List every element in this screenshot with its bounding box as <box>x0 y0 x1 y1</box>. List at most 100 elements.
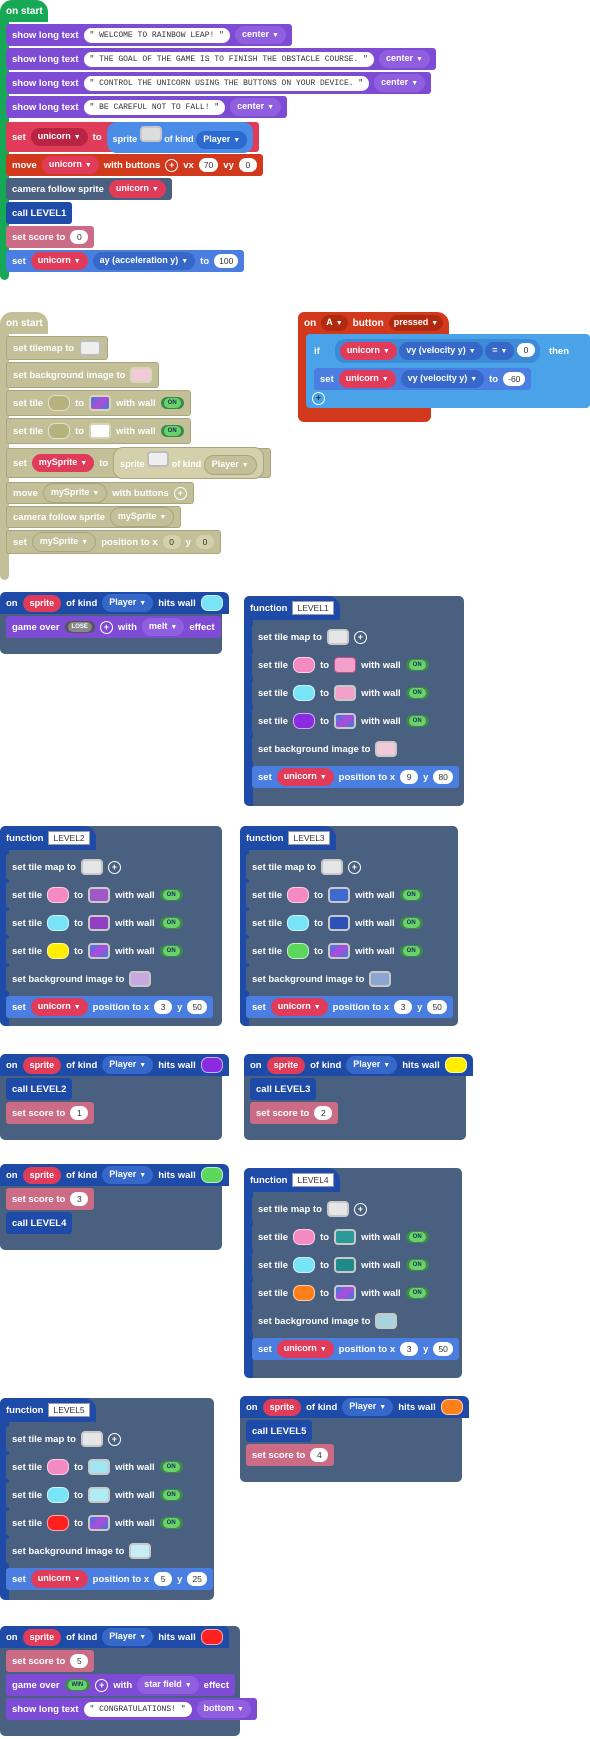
set-tile-map-block[interactable]: set tile map to + <box>6 1426 127 1452</box>
show-long-text-block[interactable]: show long text " WELCOME TO RAINBOW LEAP… <box>6 24 292 46</box>
tile-image-thumb[interactable] <box>88 1459 111 1475</box>
expand-icon[interactable]: + <box>99 620 113 634</box>
text-value[interactable]: " BE CAREFUL NOT TO FALL! " <box>83 99 226 115</box>
on-start-hat[interactable]: on start <box>0 0 48 22</box>
color-swatch[interactable] <box>287 887 310 903</box>
set-score-block[interactable]: set score to 3 <box>6 1188 95 1210</box>
set-tile-map-block[interactable]: set tile map to + <box>6 854 127 880</box>
kind-dropdown[interactable]: Player ▼ <box>196 130 248 149</box>
wall-toggle[interactable]: ON <box>405 687 429 699</box>
function-hat[interactable]: function LEVEL3 <box>240 826 336 850</box>
set-position-block[interactable]: set unicorn ▼ position to x 5 y 25 <box>6 1568 213 1590</box>
show-long-text-block[interactable]: show long text " CONTROL THE UNICORN USI… <box>6 72 432 94</box>
function-name-field[interactable]: LEVEL4 <box>292 1173 334 1187</box>
set-tile-block[interactable]: set tile to with wall ON <box>252 652 435 678</box>
set-tile-block[interactable]: set tile to with wall ON <box>252 1224 435 1250</box>
align-dropdown[interactable]: bottom ▼ <box>196 1700 251 1718</box>
wall-toggle[interactable]: ON <box>159 917 183 929</box>
score-value[interactable]: 5 <box>70 1654 89 1668</box>
text-value[interactable]: " WELCOME TO RAINBOW LEAP! " <box>83 27 230 43</box>
kind-dropdown[interactable]: Player ▼ <box>342 1398 394 1416</box>
set-background-block[interactable]: set background image to <box>6 1538 158 1564</box>
wall-toggle[interactable]: ON <box>399 945 423 957</box>
set-score-block[interactable]: set score to 2 <box>250 1102 339 1124</box>
wall-toggle[interactable]: ON <box>405 659 429 671</box>
set-tile-block[interactable]: set tile to with wall ON <box>6 1510 189 1536</box>
variable-dropdown[interactable]: unicorn ▼ <box>270 998 328 1016</box>
sprite-variable[interactable]: sprite <box>266 1056 306 1074</box>
property-dropdown[interactable]: vy (velocity y) ▼ <box>399 342 483 360</box>
sprite-image-thumb[interactable] <box>147 451 170 467</box>
win-lose-toggle[interactable]: LOSE <box>64 621 95 633</box>
tile-image-thumb[interactable] <box>334 713 357 729</box>
function-hat[interactable]: function LEVEL5 <box>0 1398 96 1422</box>
x-value[interactable]: 0 <box>162 535 181 549</box>
ay-value[interactable]: 100 <box>214 254 239 268</box>
tile-image-thumb[interactable] <box>88 887 111 903</box>
tilemap-thumb[interactable] <box>80 1431 103 1447</box>
score-value[interactable]: 0 <box>70 230 89 244</box>
align-dropdown[interactable]: center ▼ <box>230 98 282 116</box>
compare-block[interactable]: unicorn ▼ vy (velocity y) ▼ = ▼ 0 <box>334 339 540 363</box>
set-score-block[interactable]: set score to 4 <box>246 1444 335 1466</box>
function-hat[interactable]: function LEVEL4 <box>244 1168 340 1192</box>
set-background-block[interactable]: set background image to <box>252 1308 404 1334</box>
variable-dropdown[interactable]: unicorn ▼ <box>338 370 396 388</box>
align-dropdown[interactable]: center ▼ <box>374 74 426 92</box>
kind-dropdown[interactable]: Player ▼ <box>346 1056 398 1074</box>
function-hat[interactable]: function LEVEL1 <box>244 596 340 620</box>
tile-image-thumb[interactable] <box>88 1515 111 1531</box>
expand-icon[interactable]: + <box>353 630 367 644</box>
call-block[interactable]: call LEVEL3 <box>250 1078 317 1100</box>
sprite-variable[interactable]: sprite <box>22 1056 62 1074</box>
x-value[interactable]: 3 <box>394 1000 413 1014</box>
tile-image-thumb[interactable] <box>328 887 351 903</box>
set-background-block[interactable]: set background image to <box>246 966 398 992</box>
variable-dropdown[interactable]: mySprite ▼ <box>31 532 97 552</box>
y-value[interactable]: 50 <box>187 1000 207 1014</box>
x-value[interactable]: 3 <box>154 1000 173 1014</box>
variable-dropdown[interactable]: unicorn ▼ <box>276 768 334 786</box>
variable-dropdown[interactable]: unicorn ▼ <box>108 180 166 198</box>
set-score-block[interactable]: set score to 5 <box>6 1650 95 1672</box>
show-long-text-block[interactable]: show long text " THE GOAL OF THE GAME IS… <box>6 48 436 70</box>
score-value[interactable]: 2 <box>314 1106 333 1120</box>
sprite-reporter[interactable]: sprite of kind Player ▼ <box>113 447 264 479</box>
effect-dropdown[interactable]: star field ▼ <box>137 1676 199 1694</box>
score-value[interactable]: 4 <box>310 1448 329 1462</box>
on-start-hat[interactable]: on start <box>0 312 48 334</box>
kind-dropdown[interactable]: Player ▼ <box>102 594 154 612</box>
set-background-block[interactable]: set background image to <box>6 362 160 388</box>
set-tile-map-block[interactable]: set tile map to + <box>252 1196 373 1222</box>
set-tile-block[interactable]: set tile to with wall ON <box>6 1482 189 1508</box>
set-tile-map-block[interactable]: set tile map to + <box>246 854 367 880</box>
function-hat[interactable]: function LEVEL2 <box>0 826 96 850</box>
background-image-thumb[interactable] <box>375 1313 398 1329</box>
function-name-field[interactable]: LEVEL1 <box>292 601 334 615</box>
score-value[interactable]: 3 <box>70 1192 89 1206</box>
color-swatch[interactable] <box>293 1257 316 1273</box>
wall-color-swatch[interactable] <box>200 1167 223 1183</box>
set-sprite-block[interactable]: set mySprite ▼ to sprite of kind Player ▼ <box>6 447 271 479</box>
function-name-field[interactable]: LEVEL3 <box>288 831 330 845</box>
background-image-thumb[interactable] <box>375 741 398 757</box>
text-value[interactable]: " CONTROL THE UNICORN USING THE BUTTONS … <box>83 75 370 91</box>
game-over-block[interactable]: game over LOSE + with melt ▼ effect <box>6 616 221 638</box>
background-image-thumb[interactable] <box>129 971 152 987</box>
set-tile-block[interactable]: set tile to with wall ON <box>252 680 435 706</box>
wall-toggle[interactable]: ON <box>405 715 429 727</box>
wall-toggle[interactable]: ON <box>399 917 423 929</box>
property-dropdown[interactable]: vy (velocity y) ▼ <box>400 370 485 388</box>
expand-icon[interactable]: + <box>95 1678 109 1692</box>
show-long-text-block[interactable]: show long text " BE CAREFUL NOT TO FALL!… <box>6 96 288 118</box>
align-dropdown[interactable]: center ▼ <box>378 50 430 68</box>
sprite-variable[interactable]: sprite <box>22 1628 62 1646</box>
color-swatch[interactable] <box>293 1229 316 1245</box>
set-background-block[interactable]: set background image to <box>252 736 404 762</box>
set-tile-block[interactable]: set tile to with wall ON <box>6 910 189 936</box>
on-button-hat[interactable]: on A ▼ button pressed ▼ <box>298 312 450 334</box>
tilemap-thumb[interactable] <box>320 859 343 875</box>
color-swatch[interactable] <box>293 685 316 701</box>
wall-toggle[interactable]: ON <box>159 1461 183 1473</box>
function-name-field[interactable]: LEVEL5 <box>48 1403 90 1417</box>
